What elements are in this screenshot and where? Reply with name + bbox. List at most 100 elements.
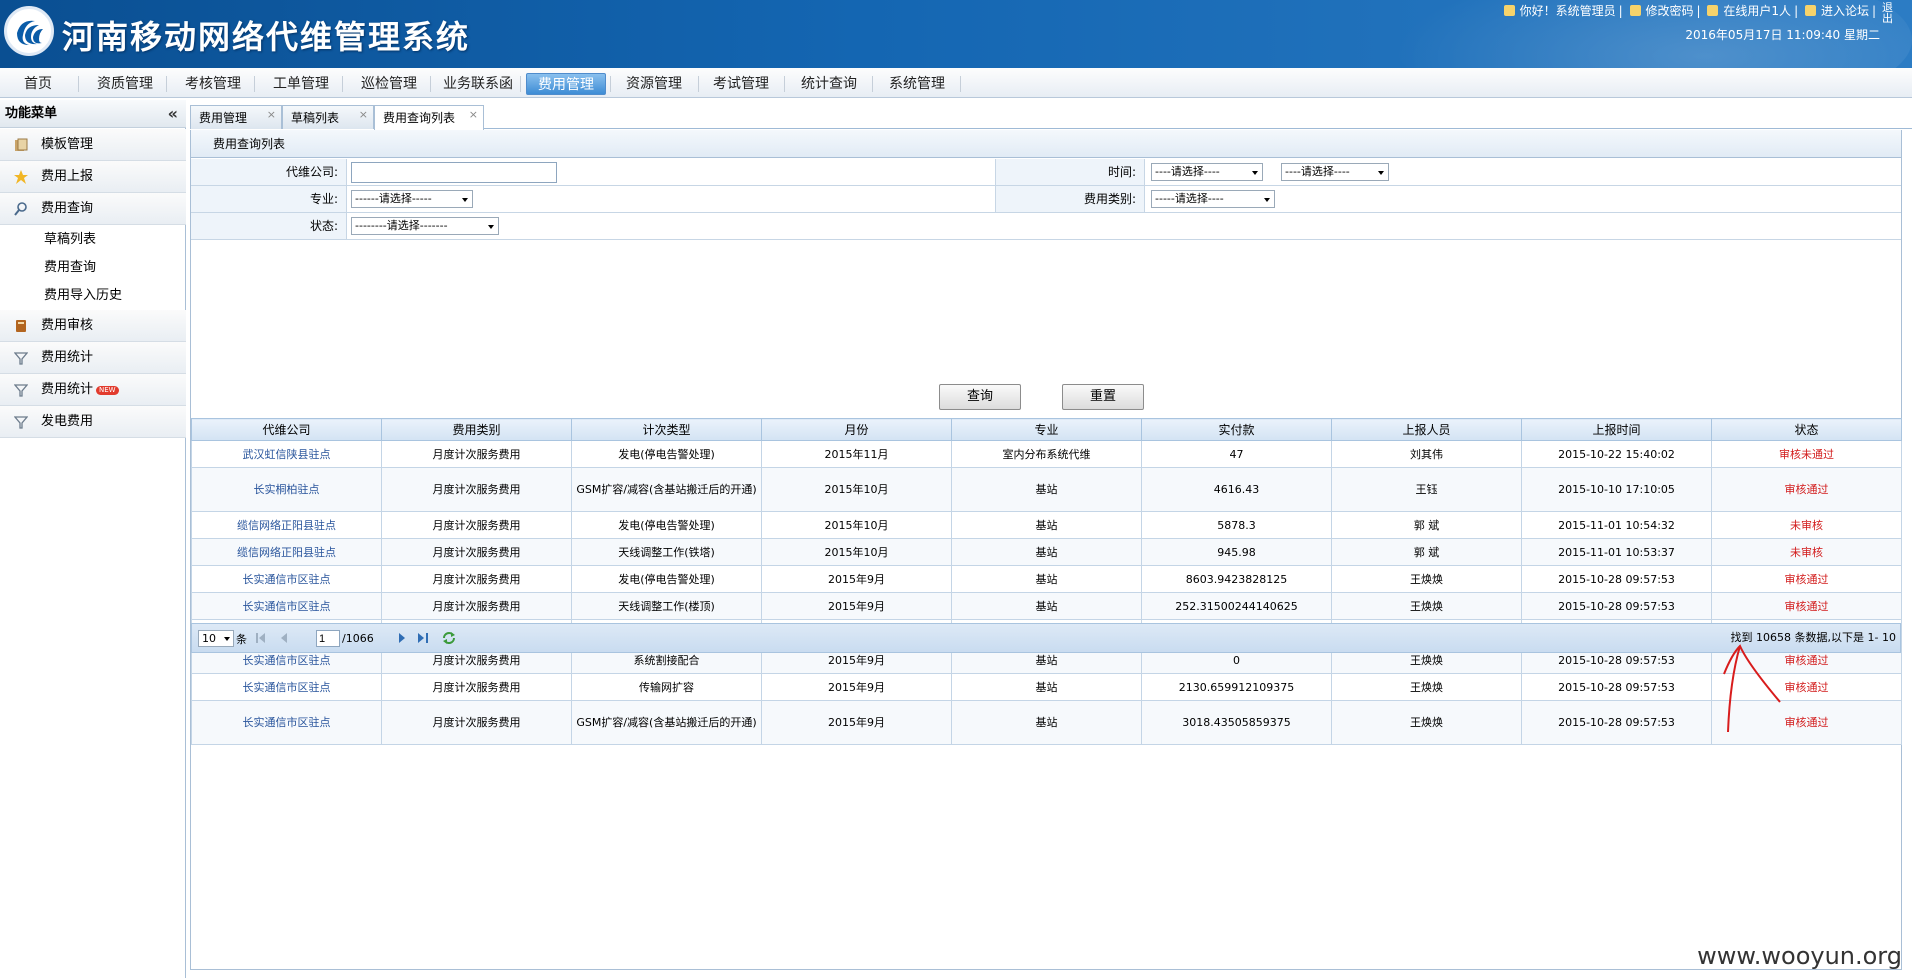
tab-fee-management[interactable]: 费用管理 × bbox=[190, 105, 282, 129]
annotation-arrow bbox=[1723, 644, 1781, 733]
company-link[interactable]: 武汉虹信陕县驻点 bbox=[191, 440, 382, 468]
time-from-select[interactable]: ----请选择---- bbox=[1151, 163, 1263, 181]
company-link[interactable]: 缆信网络正阳县驻点 bbox=[191, 538, 382, 566]
sidebar-item-fee-query[interactable]: 费用查询 bbox=[0, 193, 186, 225]
close-icon[interactable]: × bbox=[359, 103, 368, 127]
panel-title: 费用查询列表 bbox=[191, 130, 1901, 158]
tab-drafts[interactable]: 草稿列表 × bbox=[282, 105, 374, 129]
query-button[interactable]: 查询 bbox=[939, 384, 1021, 410]
sidebar-item-label: 费用查询 bbox=[41, 201, 94, 216]
nav-item-statistics[interactable]: 统计查询 bbox=[794, 73, 864, 95]
table-row: 缆信网络正阳县驻点 月度计次服务费用 天线调整工作(铁塔) 2015年10月 基站 945… bbox=[191, 538, 1902, 566]
sidebar-subitem-import-history[interactable]: 费用导入历史 bbox=[0, 282, 186, 310]
datetime: 2016年05月17日 11:09:40 星期二 bbox=[1685, 28, 1880, 42]
exit-link[interactable]: 退出 bbox=[1882, 2, 1893, 24]
column-header[interactable]: 上报时间 bbox=[1521, 418, 1712, 441]
collapse-icon[interactable]: « bbox=[168, 100, 178, 128]
table-cell: 月度计次服务费用 bbox=[381, 440, 572, 468]
nav-item-fee-management[interactable]: 费用管理 bbox=[526, 73, 606, 95]
company-link[interactable]: 长实通信市区驻点 bbox=[191, 565, 382, 593]
table-cell: 5878.3 bbox=[1141, 511, 1332, 539]
reset-button[interactable]: 重置 bbox=[1062, 384, 1144, 410]
funnel-icon bbox=[14, 352, 28, 365]
page-size-unit: 条 bbox=[236, 633, 247, 646]
company-link[interactable]: 缆信网络正阳县驻点 bbox=[191, 511, 382, 539]
page-size-select[interactable]: 10 bbox=[198, 630, 234, 647]
next-page-icon[interactable] bbox=[398, 633, 406, 643]
column-header[interactable]: 状态 bbox=[1711, 418, 1902, 441]
sidebar-item-fee-audit[interactable]: 费用审核 bbox=[0, 310, 186, 342]
last-page-icon[interactable] bbox=[418, 633, 428, 643]
sidebar-subitem-fee-query[interactable]: 费用查询 bbox=[0, 254, 186, 282]
sidebar-item-label: 费用统计 bbox=[41, 382, 94, 397]
sidebar-subitem-drafts[interactable]: 草稿列表 bbox=[0, 226, 186, 254]
company-input[interactable] bbox=[351, 162, 557, 183]
sidebar-item-power-fee[interactable]: 发电费用 bbox=[0, 406, 186, 438]
table-cell: 2015年10月 bbox=[761, 511, 952, 539]
nav-item-home[interactable]: 首页 bbox=[14, 73, 62, 95]
table-cell: 2015年10月 bbox=[761, 538, 952, 566]
nav-item-business-letter[interactable]: 业务联系函 bbox=[438, 73, 518, 95]
refresh-icon[interactable] bbox=[442, 631, 456, 645]
column-header[interactable]: 计次类型 bbox=[571, 418, 762, 441]
sidebar: 功能菜单 « 模板管理 费用上报 费用查询 草稿列表 费用查询 费用导入历史 费… bbox=[0, 100, 186, 978]
major-label: 专业: bbox=[191, 186, 347, 212]
page-number-input[interactable] bbox=[316, 630, 340, 647]
column-header[interactable]: 专业 bbox=[951, 418, 1142, 441]
nav-item-exam[interactable]: 考试管理 bbox=[706, 73, 776, 95]
column-header[interactable]: 月份 bbox=[761, 418, 952, 441]
column-header[interactable]: 实付款 bbox=[1141, 418, 1332, 441]
close-icon[interactable]: × bbox=[267, 103, 276, 127]
app-title: 河南移动网络代维管理系统 bbox=[62, 18, 471, 56]
company-link[interactable]: 长实通信市区驻点 bbox=[191, 700, 382, 745]
forum-link[interactable]: 进入论坛 bbox=[1821, 4, 1869, 18]
star-icon bbox=[14, 170, 28, 184]
table-cell: 945.98 bbox=[1141, 538, 1332, 566]
table-row: 武汉虹信陕县驻点 月度计次服务费用 发电(停电告警处理) 2015年11月 室内分布系统… bbox=[191, 440, 1902, 468]
table-cell: 王焕焕 bbox=[1331, 700, 1522, 745]
table-cell: 2015-10-28 09:57:53 bbox=[1521, 700, 1712, 745]
column-header[interactable]: 费用类别 bbox=[381, 418, 572, 441]
tab-fee-query-list[interactable]: 费用查询列表 × bbox=[374, 105, 484, 130]
table-cell: 4616.43 bbox=[1141, 467, 1332, 512]
sidebar-item-template[interactable]: 模板管理 bbox=[0, 129, 186, 161]
table-cell: 基站 bbox=[951, 592, 1142, 620]
table-row: 长实通信市区驻点 月度计次服务费用 天线调整工作(楼顶) 2015年9月 基站 252.3… bbox=[191, 592, 1902, 620]
nav-item-inspection[interactable]: 巡检管理 bbox=[356, 73, 422, 95]
table-row: 长实通信市区驻点 月度计次服务费用 发电(停电告警处理) 2015年9月 基站 8603.… bbox=[191, 565, 1902, 593]
first-page-icon[interactable] bbox=[256, 633, 266, 643]
header-banner: 河南移动网络代维管理系统 你好！系统管理员 | 修改密码 | 在线用户1人 | 进入论… bbox=[0, 0, 1912, 68]
template-icon bbox=[15, 138, 28, 151]
table-cell: 2015-10-22 15:40:02 bbox=[1521, 440, 1712, 468]
greeting-link[interactable]: 你好！系统管理员 bbox=[1520, 4, 1616, 18]
change-password-link[interactable]: 修改密码 bbox=[1646, 4, 1694, 18]
sidebar-item-fee-stats-new[interactable]: 费用统计 NEW bbox=[0, 374, 186, 406]
nav-item-system[interactable]: 系统管理 bbox=[882, 73, 952, 95]
column-header[interactable]: 上报人员 bbox=[1331, 418, 1522, 441]
nav-item-assessment[interactable]: 考核管理 bbox=[180, 73, 246, 95]
table-cell: 月度计次服务费用 bbox=[381, 511, 572, 539]
nav-item-qualification[interactable]: 资质管理 bbox=[92, 73, 158, 95]
table-cell: 王焕焕 bbox=[1331, 592, 1522, 620]
column-header[interactable]: 代维公司 bbox=[191, 418, 382, 441]
sidebar-item-fee-report[interactable]: 费用上报 bbox=[0, 161, 186, 193]
nav-item-workorder[interactable]: 工单管理 bbox=[268, 73, 334, 95]
company-link[interactable]: 长实通信市区驻点 bbox=[191, 673, 382, 701]
table-cell: 2015-10-28 09:57:53 bbox=[1521, 565, 1712, 593]
table-cell: 2015-11-01 10:54:32 bbox=[1521, 511, 1712, 539]
nav-item-resources[interactable]: 资源管理 bbox=[618, 73, 690, 95]
table-cell: 刘其伟 bbox=[1331, 440, 1522, 468]
company-link[interactable]: 长实通信市区驻点 bbox=[191, 592, 382, 620]
status-select[interactable]: --------请选择------- bbox=[351, 217, 499, 235]
fee-type-select[interactable]: -----请选择---- bbox=[1151, 190, 1275, 208]
company-link[interactable]: 长实桐柏驻点 bbox=[191, 467, 382, 512]
table-cell: 天线调整工作(铁塔) bbox=[571, 538, 762, 566]
major-select[interactable]: ------请选择----- bbox=[351, 190, 473, 208]
prev-page-icon[interactable] bbox=[280, 633, 288, 643]
sidebar-item-fee-stats[interactable]: 费用统计 bbox=[0, 342, 186, 374]
close-icon[interactable]: × bbox=[469, 103, 478, 127]
time-to-select[interactable]: ----请选择---- bbox=[1281, 163, 1389, 181]
online-users-link[interactable]: 在线用户1人 bbox=[1723, 4, 1791, 18]
table-cell: 基站 bbox=[951, 467, 1142, 512]
table-cell: 2015年9月 bbox=[761, 673, 952, 701]
